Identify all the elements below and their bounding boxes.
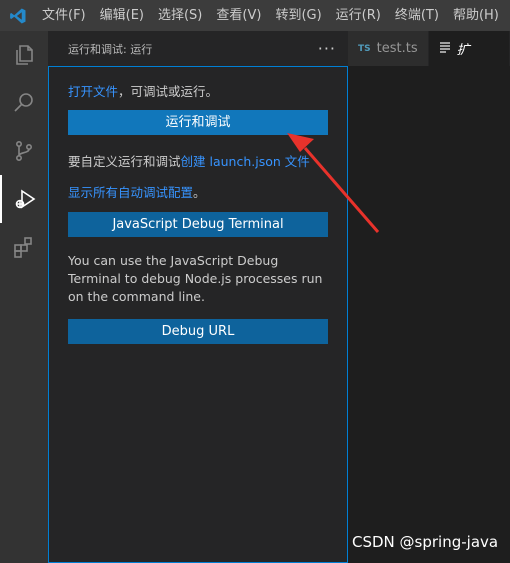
red-arrow-annotation [287, 133, 380, 233]
watermark: CSDN @spring-java [352, 533, 499, 551]
